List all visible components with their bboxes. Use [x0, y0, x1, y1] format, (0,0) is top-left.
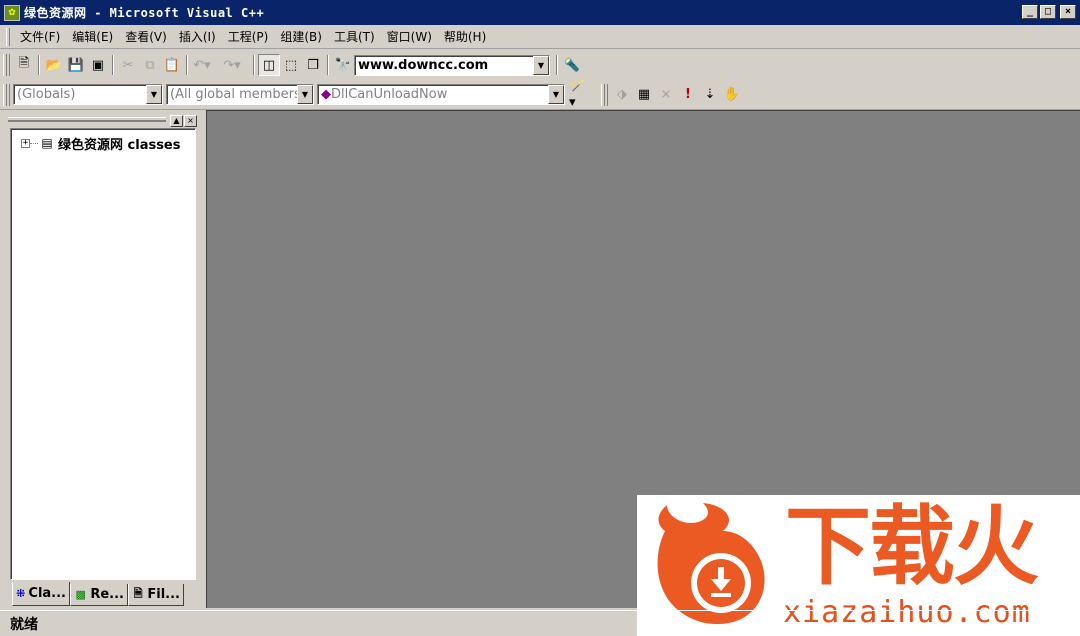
- workspace-pane: ▲ × + ▤ 绿色资源网 classes ⁜ Cla... ▩ Re... 🗎…: [4, 112, 202, 608]
- scope-combo[interactable]: (Globals) ▼: [13, 84, 163, 105]
- toolbar-grip[interactable]: [3, 54, 10, 76]
- classes-folder-icon: ▤: [41, 136, 53, 150]
- chevron-down-icon[interactable]: ▼: [548, 85, 564, 104]
- save-all-icon[interactable]: ▣: [87, 54, 109, 76]
- tree-connector: [30, 142, 38, 144]
- scope-combo-value[interactable]: (Globals): [14, 85, 146, 104]
- function-combo[interactable]: ◆DllCanUnloadNow ▼: [317, 84, 565, 105]
- chevron-down-icon[interactable]: ▼: [297, 85, 313, 104]
- window-list-icon[interactable]: ❐: [302, 54, 324, 76]
- menu-bar: 文件(F) 编辑(E) 查看(V) 插入(I) 工程(P) 组建(B) 工具(T…: [0, 25, 1080, 49]
- menu-project[interactable]: 工程(P): [222, 28, 275, 46]
- workspace-maximize-button[interactable]: ▲: [170, 115, 183, 127]
- separator: [556, 55, 558, 75]
- watermark-cn-text: 下载火: [785, 497, 1039, 597]
- open-icon[interactable]: 📂: [43, 54, 65, 76]
- status-text: 就绪: [10, 616, 38, 633]
- menu-view[interactable]: 查看(V): [119, 28, 173, 46]
- minimize-button[interactable]: _: [1022, 5, 1038, 19]
- chevron-down-icon[interactable]: ▼: [533, 55, 549, 75]
- tab-label: Re...: [90, 587, 124, 602]
- separator: [253, 55, 255, 75]
- menu-insert[interactable]: 插入(I): [173, 28, 222, 46]
- go-icon[interactable]: ✋: [721, 84, 743, 106]
- tree-root-node[interactable]: + ▤ 绿色资源网 classes: [21, 134, 181, 153]
- menu-edit[interactable]: 编辑(E): [66, 28, 119, 46]
- find-combo[interactable]: www.downcc.com ▼: [354, 54, 550, 76]
- workspace-grip[interactable]: [8, 117, 166, 122]
- build-icon[interactable]: ▦: [633, 84, 655, 106]
- execute-icon[interactable]: !: [677, 84, 699, 106]
- separator: [327, 55, 329, 75]
- cut-icon[interactable]: ✂: [117, 54, 139, 76]
- tab-label: Fil...: [147, 587, 180, 602]
- members-combo[interactable]: (All global members ▼: [166, 84, 314, 105]
- class-view-icon: ⁜: [16, 587, 26, 600]
- menu-help[interactable]: 帮助(H): [438, 28, 492, 46]
- wizard-action-icon[interactable]: 🪄▾: [569, 80, 591, 110]
- output-icon[interactable]: ⬚: [280, 54, 302, 76]
- separator: [112, 55, 114, 75]
- undo-icon[interactable]: ↶▾: [191, 54, 213, 76]
- method-icon: ◆: [321, 87, 331, 102]
- chevron-down-icon[interactable]: ▼: [146, 85, 162, 104]
- toolbar-grip[interactable]: [601, 83, 608, 106]
- wizard-toolbar: (Globals) ▼ (All global members ▼ ◆DllCa…: [0, 80, 1080, 110]
- expand-icon[interactable]: +: [21, 138, 30, 148]
- title-bar: ✿ 绿色资源网 - Microsoft Visual C++ _ □ ×: [0, 0, 1080, 25]
- menu-tools[interactable]: 工具(T): [328, 28, 381, 46]
- new-file-icon[interactable]: 🗎: [13, 54, 35, 76]
- class-tree[interactable]: + ▤ 绿色资源网 classes: [10, 128, 196, 580]
- insert-breakpoint-icon[interactable]: ⇣: [699, 84, 721, 106]
- tab-resource-view[interactable]: ▩ Re...: [70, 584, 128, 606]
- redo-icon[interactable]: ↷▾: [221, 54, 243, 76]
- toolbar-grip[interactable]: [3, 83, 10, 106]
- function-combo-value[interactable]: ◆DllCanUnloadNow: [318, 85, 548, 104]
- find-combo-value[interactable]: www.downcc.com: [355, 56, 533, 75]
- close-button[interactable]: ×: [1060, 5, 1076, 19]
- menu-build[interactable]: 组建(B): [274, 28, 328, 46]
- paste-icon[interactable]: 📋: [161, 54, 183, 76]
- menu-grip[interactable]: [6, 27, 10, 46]
- tab-label: Cla...: [28, 586, 66, 601]
- copy-icon[interactable]: ⧉: [139, 54, 161, 76]
- workspace-close-button[interactable]: ×: [184, 115, 197, 127]
- tab-file-view[interactable]: 🗎 Fil...: [128, 584, 184, 606]
- workspace-header: ▲ ×: [8, 115, 197, 127]
- members-combo-value[interactable]: (All global members: [167, 85, 297, 104]
- find-in-files-icon[interactable]: 🔭: [332, 54, 354, 76]
- status-bar: 就绪: [0, 610, 1080, 636]
- standard-toolbar: 🗎 📂 💾 ▣ ✂ ⧉ 📋 ↶▾ ↷▾ ◫ ⬚ ❐ 🔭 www.downcc.c…: [0, 50, 1080, 80]
- window-controls: _ □ ×: [1022, 5, 1076, 19]
- window-title: 绿色资源网 - Microsoft Visual C++: [24, 6, 265, 20]
- stop-build-icon[interactable]: ⨯: [655, 84, 677, 106]
- app-icon[interactable]: ✿: [4, 4, 20, 21]
- save-icon[interactable]: 💾: [65, 54, 87, 76]
- search-icon[interactable]: 🔦: [561, 54, 583, 76]
- resource-view-icon: ▩: [75, 588, 86, 601]
- tab-class-view[interactable]: ⁜ Cla...: [12, 582, 70, 606]
- file-view-icon: 🗎: [133, 587, 143, 600]
- menu-window[interactable]: 窗口(W): [381, 28, 438, 46]
- tree-root-label[interactable]: 绿色资源网 classes: [58, 134, 181, 153]
- menu-file[interactable]: 文件(F): [14, 28, 66, 46]
- compile-icon[interactable]: ⬗: [611, 84, 633, 106]
- workspace-tabs: ⁜ Cla... ▩ Re... 🗎 Fil...: [12, 582, 184, 606]
- workspace-icon[interactable]: ◫: [258, 54, 280, 76]
- separator: [186, 55, 188, 75]
- separator: [38, 55, 40, 75]
- maximize-button[interactable]: □: [1040, 5, 1056, 19]
